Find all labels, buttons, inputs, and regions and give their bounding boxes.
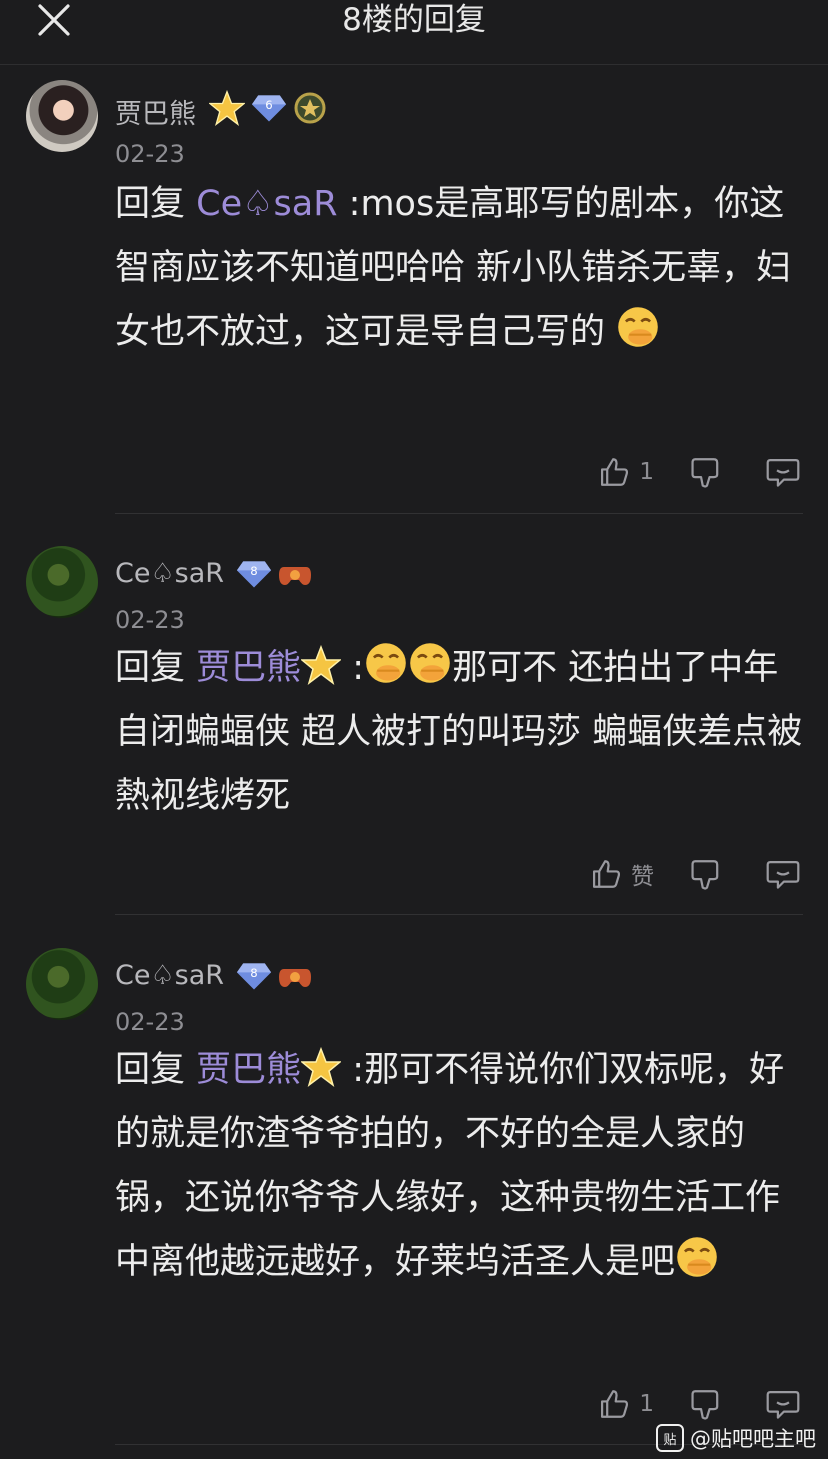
dislike-button[interactable] [690, 1384, 724, 1424]
grin-covering-mouth-emoji [408, 641, 452, 685]
divider [115, 513, 803, 514]
reply-content: 回复 贾巴熊 : 那可不 还拍出了中年自闭蝙蝠侠 超人被打的叫玛莎 蝙蝠侠差点被熱… [115, 636, 805, 828]
like-button[interactable]: 赞 [589, 854, 654, 894]
mention-link[interactable]: 贾巴熊 [196, 648, 301, 688]
comment-icon [766, 857, 800, 891]
page-title: 8楼的回复 [342, 2, 486, 38]
level-number: 8 [250, 564, 257, 578]
mention-link[interactable]: 贾巴熊 [196, 1050, 301, 1090]
thumbs-down-icon [690, 1387, 724, 1421]
user-badges: 8 [236, 956, 312, 996]
avatar[interactable] [26, 546, 98, 618]
level-diamond-icon[interactable]: 8 [236, 961, 272, 991]
comment-icon [766, 1387, 800, 1421]
gamepad-badge-icon[interactable] [278, 559, 312, 589]
level-diamond-icon[interactable]: 6 [251, 93, 287, 123]
gamepad-badge-icon[interactable] [278, 961, 312, 991]
dislike-button[interactable] [690, 854, 724, 894]
like-button[interactable]: 1 [597, 1384, 654, 1424]
thumbs-up-icon [597, 455, 631, 489]
divider [115, 914, 803, 915]
medal-badge-icon[interactable] [293, 91, 327, 125]
avatar[interactable] [26, 948, 98, 1020]
post-date: 02-23 [115, 140, 185, 168]
thumbs-down-icon [690, 857, 724, 891]
level-number: 8 [250, 966, 257, 980]
level-diamond-icon[interactable]: 8 [236, 559, 272, 589]
reply-prefix: 回复 [115, 184, 186, 224]
thumbs-up-icon [589, 857, 623, 891]
thumbs-up-icon [597, 1387, 631, 1421]
reply-prefix: 回复 [115, 648, 186, 688]
username[interactable]: 贾巴熊 [115, 92, 196, 131]
tieba-logo-icon: 贴 [656, 1424, 684, 1452]
reply-content: 回复 Ce♤saR :mos是高耶写的剧本，你这智商应该不知道吧哈哈 新小队错杀… [115, 172, 805, 364]
level-number: 6 [265, 98, 272, 112]
like-count: 赞 [631, 864, 654, 890]
reply-prefix: 回复 [115, 1050, 186, 1090]
comment-button[interactable] [766, 452, 800, 492]
watermark: 贴 @贴吧吧主吧 [656, 1423, 816, 1453]
grin-covering-mouth-emoji [364, 641, 408, 685]
like-button[interactable]: 1 [597, 452, 654, 492]
comment-icon [766, 455, 800, 489]
grin-covering-mouth-emoji [675, 1235, 719, 1279]
reply-content: 回复 贾巴熊 :那可不得说你们双标呢，好的就是你渣爷爷拍的，不好的全是人家的锅，… [115, 1038, 805, 1294]
reply-text-lead: : [341, 648, 365, 688]
post-date: 02-23 [115, 1008, 185, 1036]
star-icon [301, 1047, 341, 1087]
dislike-button[interactable] [690, 452, 724, 492]
username[interactable]: Ce♤saR [115, 960, 224, 991]
like-count: 1 [639, 459, 654, 485]
watermark-text: @贴吧吧主吧 [690, 1427, 816, 1451]
username[interactable]: Ce♤saR [115, 558, 224, 589]
star-icon [301, 645, 341, 685]
comment-button[interactable] [766, 1384, 800, 1424]
thumbs-down-icon [690, 455, 724, 489]
comment-button[interactable] [766, 854, 800, 894]
avatar[interactable] [26, 80, 98, 152]
top-bar: 8楼的回复 [0, 0, 828, 65]
grin-covering-mouth-emoji [616, 305, 660, 349]
user-badges: 6 [209, 88, 327, 128]
post-date: 02-23 [115, 606, 185, 634]
star-icon [209, 90, 245, 126]
like-count: 1 [639, 1391, 654, 1417]
mention-link[interactable]: Ce♤saR [196, 184, 337, 224]
user-badges: 8 [236, 554, 312, 594]
